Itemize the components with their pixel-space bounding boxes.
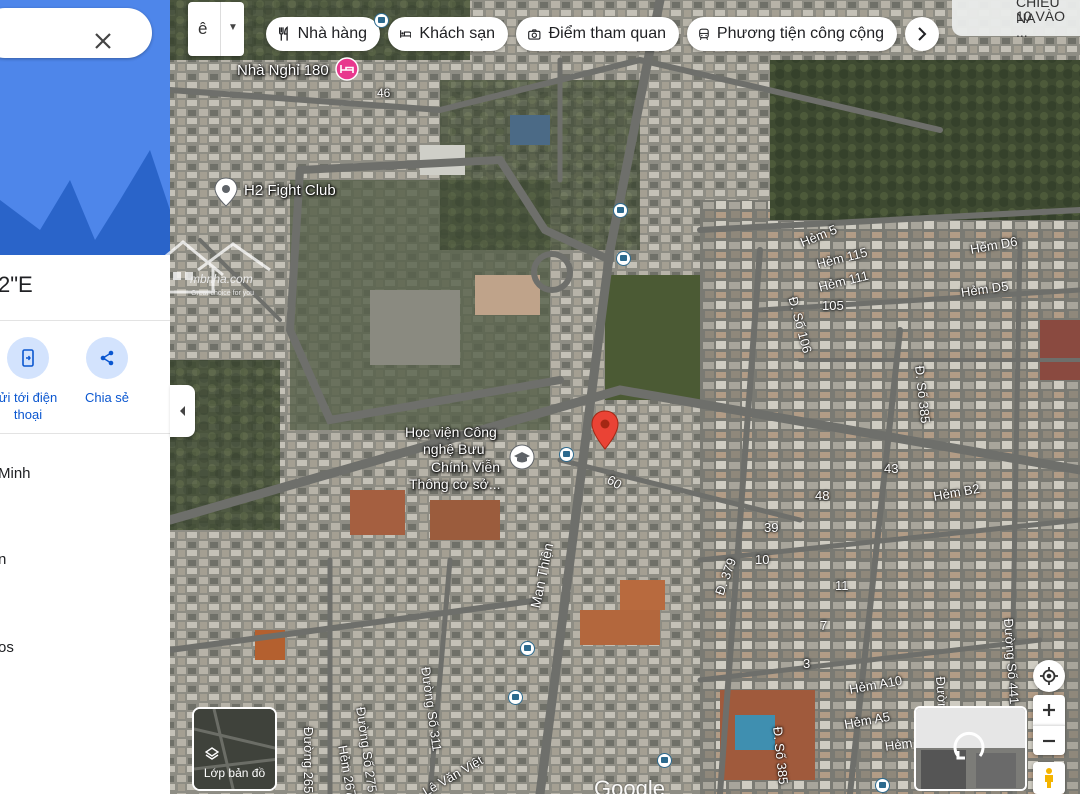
chip-hotels[interactable]: Khách sạn: [388, 17, 508, 51]
street-label: 7: [820, 618, 828, 633]
hotel-pin-icon[interactable]: [335, 57, 359, 83]
zoom-in-button[interactable]: [1033, 695, 1065, 725]
zoom-out-button[interactable]: [1033, 725, 1065, 755]
chip-attractions[interactable]: Điểm tham quan: [516, 17, 679, 51]
share-label: Chia sẻ: [84, 390, 130, 405]
street-view-image: [916, 708, 1025, 789]
top-right-card-text: 10 VÀO ...: [1016, 8, 1066, 40]
street-label: 105: [822, 298, 844, 313]
street-label: 39: [764, 520, 779, 535]
street-view-thumbnail[interactable]: [914, 706, 1027, 791]
poi-label-hoc-vien-4[interactable]: Thông cơ sở...: [409, 476, 501, 492]
poi-label-fight-club[interactable]: H2 Fight Club: [244, 182, 336, 199]
google-logo: Google: [594, 776, 665, 794]
watermark-subtext: Great choice for you: [191, 290, 255, 297]
panel-info-line: Minh: [0, 465, 31, 482]
bus-stop-icon[interactable]: [657, 753, 672, 768]
bus-stop-icon[interactable]: [508, 690, 523, 705]
watermark-text: mbnha.com: [190, 272, 253, 286]
language-glyph: ê: [198, 19, 208, 38]
camera-icon: [528, 28, 541, 40]
share-icon[interactable]: [86, 337, 128, 379]
street-label: 46: [377, 86, 391, 100]
share-button[interactable]: Chia sẻ: [80, 337, 134, 406]
send-to-phone-icon[interactable]: [7, 337, 49, 379]
bus-stop-icon[interactable]: [559, 447, 574, 462]
bus-stop-icon[interactable]: [875, 778, 890, 793]
layers-icon: [205, 747, 219, 760]
street-label: 3: [803, 656, 811, 671]
poi-label-hoc-vien-1[interactable]: Học viện Công: [405, 424, 497, 440]
panel-hero-image: [0, 0, 170, 255]
transit-icon: [699, 28, 709, 40]
send-to-phone-button[interactable]: ửi tới điện thoại: [0, 337, 68, 423]
more-chips-button[interactable]: [905, 17, 939, 51]
panel-info-line: os: [0, 639, 14, 656]
dropdown-caret-icon[interactable]: ▼: [228, 22, 238, 33]
street-label: 10: [755, 552, 770, 567]
minus-icon: [1043, 739, 1055, 742]
school-pin-icon[interactable]: [509, 444, 535, 472]
pegman-icon: [1045, 768, 1053, 788]
pegman-button[interactable]: [1033, 762, 1065, 794]
plus-icon: [1043, 704, 1055, 716]
poi-label-hoc-vien-2[interactable]: nghệ Bưu: [423, 441, 485, 457]
divider: [0, 433, 170, 434]
poi-label-nha-nghi[interactable]: Nhà Nghỉ 180: [237, 62, 329, 79]
street-label: 48: [815, 488, 830, 503]
bus-stop-icon[interactable]: [613, 203, 628, 218]
street-label: 43: [884, 461, 899, 476]
coordinates-text: 2"E: [0, 272, 33, 297]
street-label: Đường 265: [301, 727, 316, 794]
side-panel: 2"E ửi tới điện thoại Chia sẻ Minh n os: [0, 0, 170, 794]
panel-info-line: n: [0, 551, 7, 568]
bus-stop-icon[interactable]: [520, 641, 535, 656]
map-layers-button[interactable]: Lớp bản đồ: [192, 707, 277, 791]
collapse-panel-button[interactable]: [170, 385, 195, 437]
chip-label: Điểm tham quan: [548, 25, 666, 42]
send-to-phone-label-1: ửi tới điện: [0, 390, 58, 405]
hotel-icon: [400, 30, 412, 38]
place-pin-icon[interactable]: [213, 177, 239, 207]
bus-stop-icon[interactable]: [374, 13, 389, 28]
input-tools-button[interactable]: ê ▼: [188, 2, 244, 56]
restaurant-icon: [278, 26, 288, 41]
search-input[interactable]: [0, 8, 152, 58]
my-location-icon: [1040, 667, 1058, 685]
divider: [0, 320, 170, 321]
poi-label-hoc-vien-3[interactable]: Chính Viễn: [431, 459, 500, 475]
layers-label: Lớp bản đồ: [203, 766, 266, 780]
chip-restaurants[interactable]: Nhà hàng: [266, 17, 380, 51]
dropped-pin-icon[interactable]: [590, 410, 620, 450]
chip-label: Nhà hàng: [297, 25, 367, 42]
bus-stop-icon[interactable]: [616, 251, 631, 266]
my-location-button[interactable]: [1033, 660, 1065, 692]
send-to-phone-label-2: thoại: [13, 407, 43, 422]
chevron-left-icon: [179, 406, 185, 416]
chip-label: Khách sạn: [419, 25, 495, 42]
street-label: 11: [835, 578, 849, 593]
chip-transit[interactable]: Phương tiện công cộng: [687, 17, 897, 51]
chip-label: Phương tiện công cộng: [716, 25, 884, 42]
close-icon[interactable]: [92, 30, 114, 52]
divider: [220, 2, 221, 56]
chevron-right-icon: [918, 27, 927, 41]
